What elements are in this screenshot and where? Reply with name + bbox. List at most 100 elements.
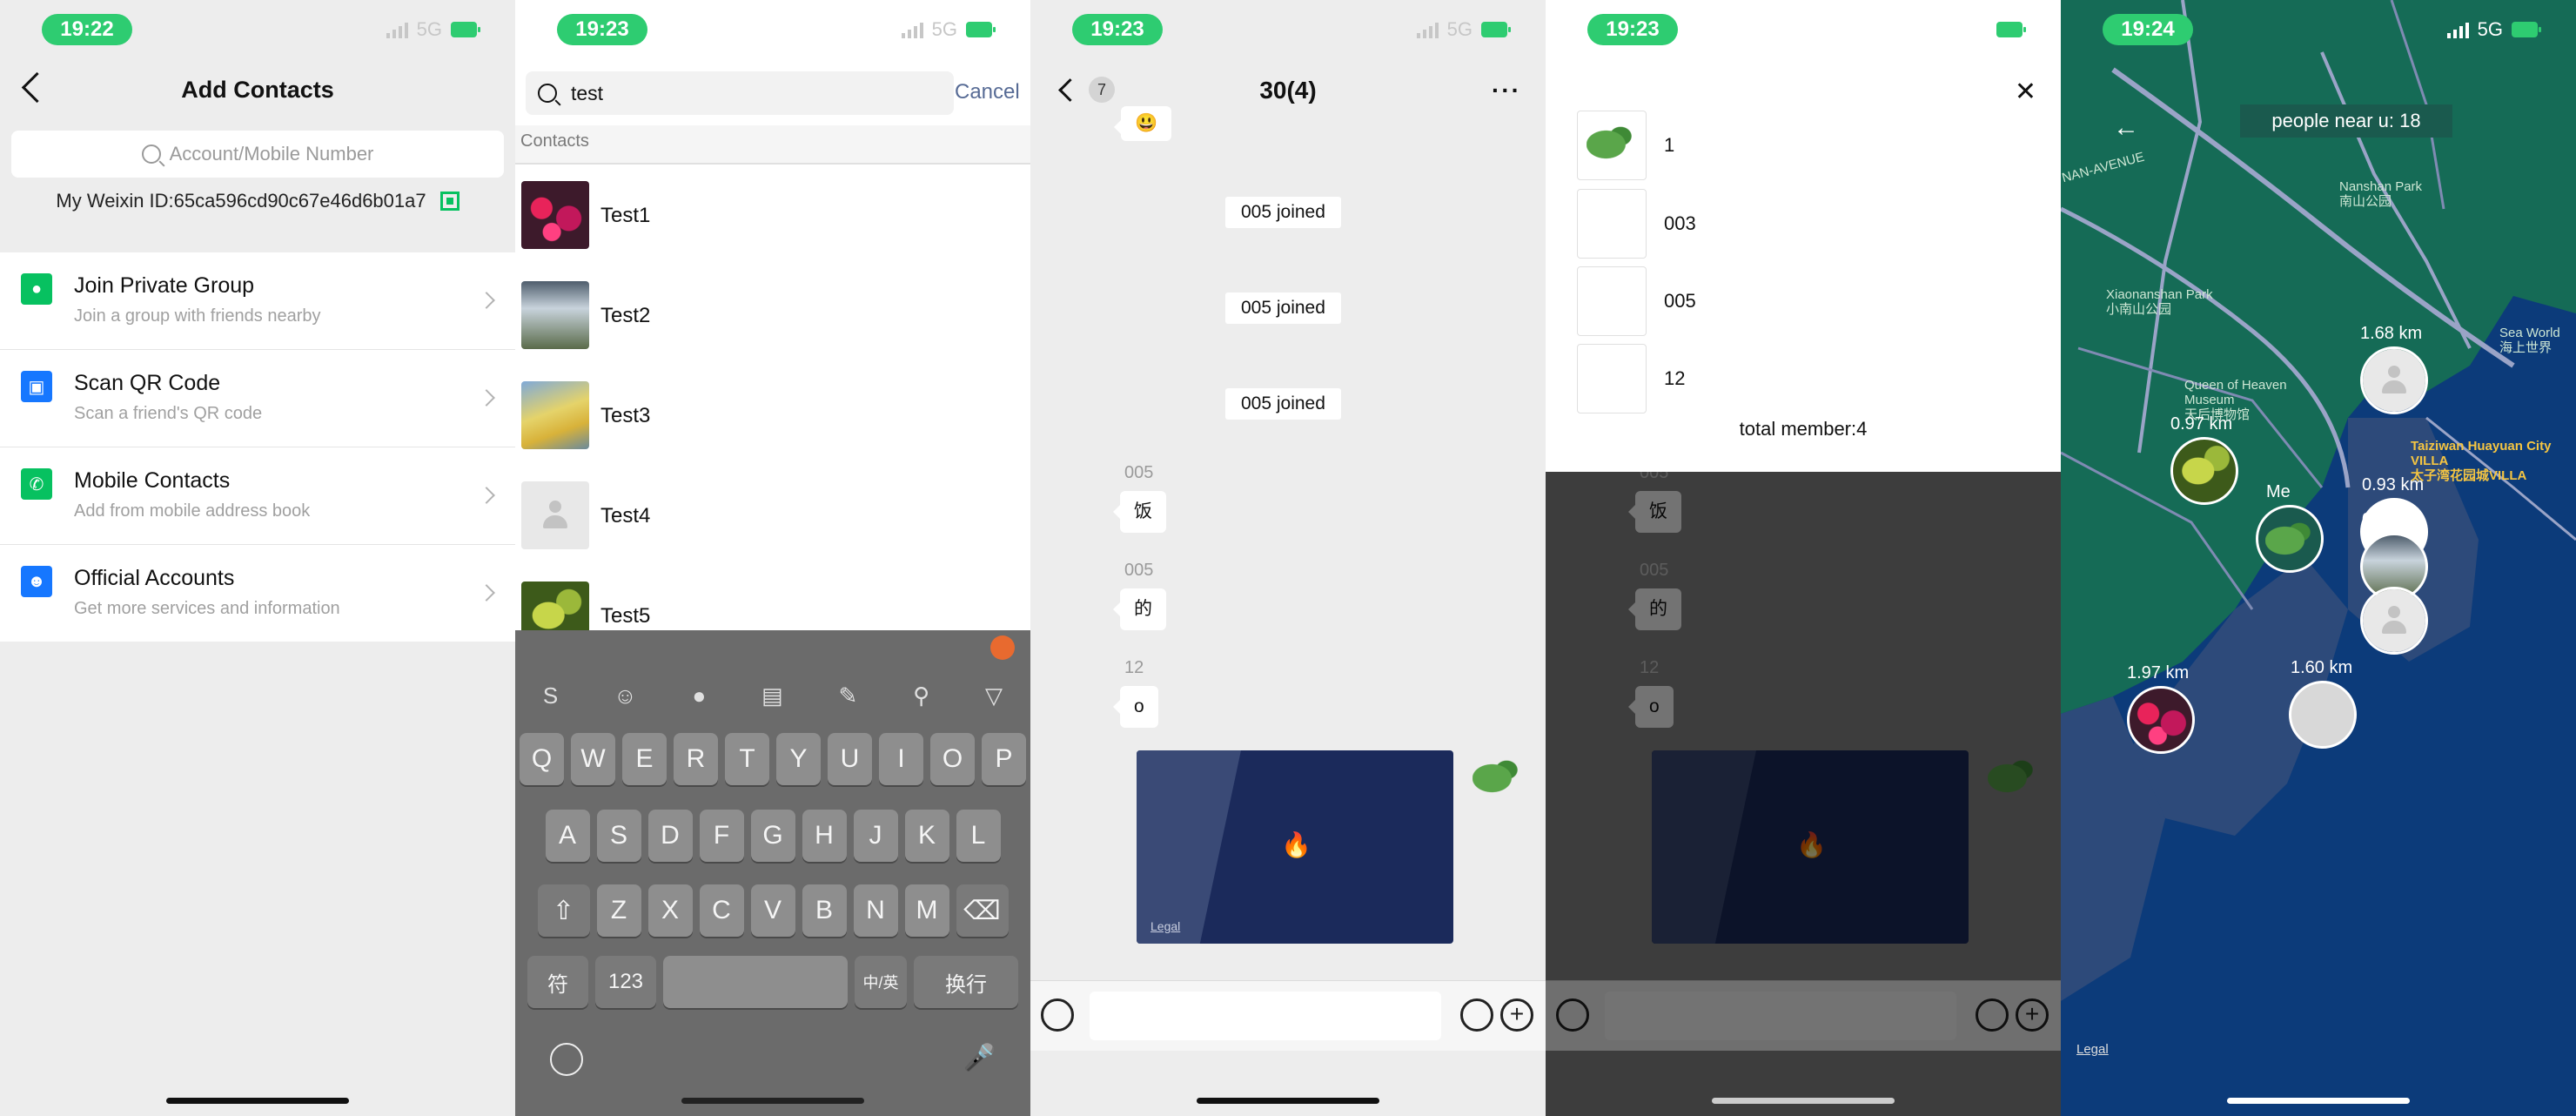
space-key[interactable]: [663, 956, 848, 1008]
home-indicator[interactable]: [1197, 1098, 1379, 1104]
search-input[interactable]: test: [526, 71, 954, 115]
keyboard-mascot-icon[interactable]: [990, 635, 1015, 660]
key[interactable]: C: [699, 884, 744, 937]
item-subtitle: Scan a friend's QR code: [74, 404, 263, 423]
voice-icon[interactable]: [1041, 998, 1074, 1032]
add-options-list: ● Join Private Group Join a group with f…: [0, 252, 515, 642]
map-legal-link[interactable]: Legal: [2076, 1042, 2109, 1057]
emoji-message[interactable]: 😃: [1113, 106, 1172, 141]
nearby-map[interactable]: [2061, 0, 2576, 1116]
key[interactable]: B: [802, 884, 847, 937]
list-item[interactable]: Test2: [515, 266, 1030, 366]
key[interactable]: G: [750, 810, 795, 862]
default-avatar: [2363, 589, 2425, 652]
message-bubble[interactable]: o: [1113, 686, 1158, 728]
weixin-id: My Weixin ID:65ca596cd90c67e46d6b01a7: [56, 190, 426, 212]
key[interactable]: L: [956, 810, 1001, 862]
map-place-label: Xiaonanshan Park 小南山公园: [2106, 287, 2213, 317]
emoji-icon[interactable]: ☺: [614, 682, 637, 709]
system-message: 005 joined: [1225, 388, 1341, 420]
message-input[interactable]: [1090, 992, 1441, 1040]
nearby-user-pin[interactable]: [2289, 681, 2357, 749]
chevron-right-icon: [478, 389, 495, 407]
nearby-user-pin[interactable]: [2360, 346, 2428, 414]
qr-code-icon[interactable]: [439, 192, 460, 211]
mobile-contacts-icon: ✆: [21, 468, 52, 500]
avatar[interactable]: [1472, 757, 1521, 799]
dictation-icon[interactable]: 🎤: [963, 1043, 996, 1073]
member-avatar[interactable]: [1577, 189, 1647, 259]
list-item[interactable]: Test3: [515, 366, 1030, 466]
home-indicator[interactable]: [681, 1098, 864, 1104]
nearby-user-pin[interactable]: [2360, 587, 2428, 655]
key[interactable]: F: [699, 810, 744, 862]
key[interactable]: U: [828, 733, 872, 785]
key[interactable]: V: [750, 884, 795, 937]
key[interactable]: R: [674, 733, 718, 785]
official-accounts-item[interactable]: ☻ Official Accounts Get more services an…: [0, 545, 515, 642]
collapse-keyboard-icon[interactable]: ▽: [985, 682, 1003, 709]
shift-key[interactable]: ⇧: [537, 884, 590, 937]
message-bubble[interactable]: 的: [1113, 588, 1166, 630]
add-contacts-screen: 19:22 5G Add Contacts Account/Mobile Num…: [0, 0, 515, 1116]
keyboard-layout-icon[interactable]: ▤: [761, 682, 783, 709]
member-avatar[interactable]: [1577, 266, 1647, 336]
enter-key[interactable]: 换行: [914, 956, 1018, 1008]
scan-qr-code-item[interactable]: ▣ Scan QR Code Scan a friend's QR code: [0, 350, 515, 447]
home-indicator[interactable]: [1712, 1098, 1895, 1104]
home-indicator[interactable]: [2227, 1098, 2410, 1104]
location-message[interactable]: 🔥 Legal: [1137, 750, 1453, 944]
key[interactable]: O: [930, 733, 975, 785]
me-pin[interactable]: [2256, 505, 2324, 573]
status-indicators: 5G: [386, 18, 480, 40]
key[interactable]: Q: [520, 733, 564, 785]
key[interactable]: J: [853, 810, 898, 862]
contact-name: Test2: [600, 304, 651, 327]
key[interactable]: P: [982, 733, 1026, 785]
key[interactable]: W: [571, 733, 615, 785]
key[interactable]: T: [725, 733, 769, 785]
message-bubble[interactable]: 饭: [1113, 491, 1166, 533]
search-icon[interactable]: ⚲: [913, 682, 929, 709]
list-item[interactable]: Test1: [515, 165, 1030, 266]
key[interactable]: X: [647, 884, 693, 937]
key[interactable]: M: [904, 884, 949, 937]
key[interactable]: Y: [776, 733, 821, 785]
key[interactable]: K: [904, 810, 949, 862]
key[interactable]: E: [622, 733, 667, 785]
number-key[interactable]: 123: [595, 956, 656, 1008]
mobile-contacts-item[interactable]: ✆ Mobile Contacts Add from mobile addres…: [0, 447, 515, 545]
home-indicator[interactable]: [166, 1098, 349, 1104]
symbol-key[interactable]: 符: [527, 956, 588, 1008]
close-icon[interactable]: ✕: [2015, 77, 2036, 107]
list-item[interactable]: Test4: [515, 466, 1030, 566]
member-avatar[interactable]: [1577, 344, 1647, 413]
member-avatar[interactable]: [1577, 111, 1647, 180]
more-options-icon[interactable]: ···: [1492, 77, 1521, 104]
globe-icon[interactable]: [550, 1043, 583, 1076]
key[interactable]: S: [596, 810, 641, 862]
distance-label: 0.97 km: [2170, 414, 2233, 434]
cancel-button[interactable]: Cancel: [955, 80, 1020, 104]
delete-key[interactable]: ⌫: [956, 884, 1009, 937]
key[interactable]: N: [853, 884, 898, 937]
handwriting-icon[interactable]: ✎: [838, 682, 857, 709]
join-private-group-item[interactable]: ● Join Private Group Join a group with f…: [0, 252, 515, 350]
sogou-logo-icon[interactable]: S: [543, 682, 558, 709]
search-input[interactable]: Account/Mobile Number: [11, 131, 504, 178]
weixin-id-row[interactable]: My Weixin ID:65ca596cd90c67e46d6b01a7: [0, 190, 515, 212]
plus-icon[interactable]: +: [1500, 998, 1533, 1032]
nearby-user-pin[interactable]: [2170, 437, 2238, 505]
map-legal-link[interactable]: Legal: [1150, 919, 1180, 933]
key[interactable]: Z: [596, 884, 641, 937]
microphone-icon[interactable]: ●: [693, 682, 707, 709]
language-key[interactable]: 中/英: [855, 956, 907, 1008]
key[interactable]: I: [879, 733, 923, 785]
emoji-icon[interactable]: [1460, 998, 1493, 1032]
key[interactable]: D: [647, 810, 693, 862]
back-arrow-icon[interactable]: ←: [2113, 113, 2139, 143]
key[interactable]: A: [545, 810, 590, 862]
status-time: 19:23: [1072, 14, 1163, 45]
nearby-user-pin[interactable]: [2127, 686, 2195, 754]
key[interactable]: H: [802, 810, 847, 862]
